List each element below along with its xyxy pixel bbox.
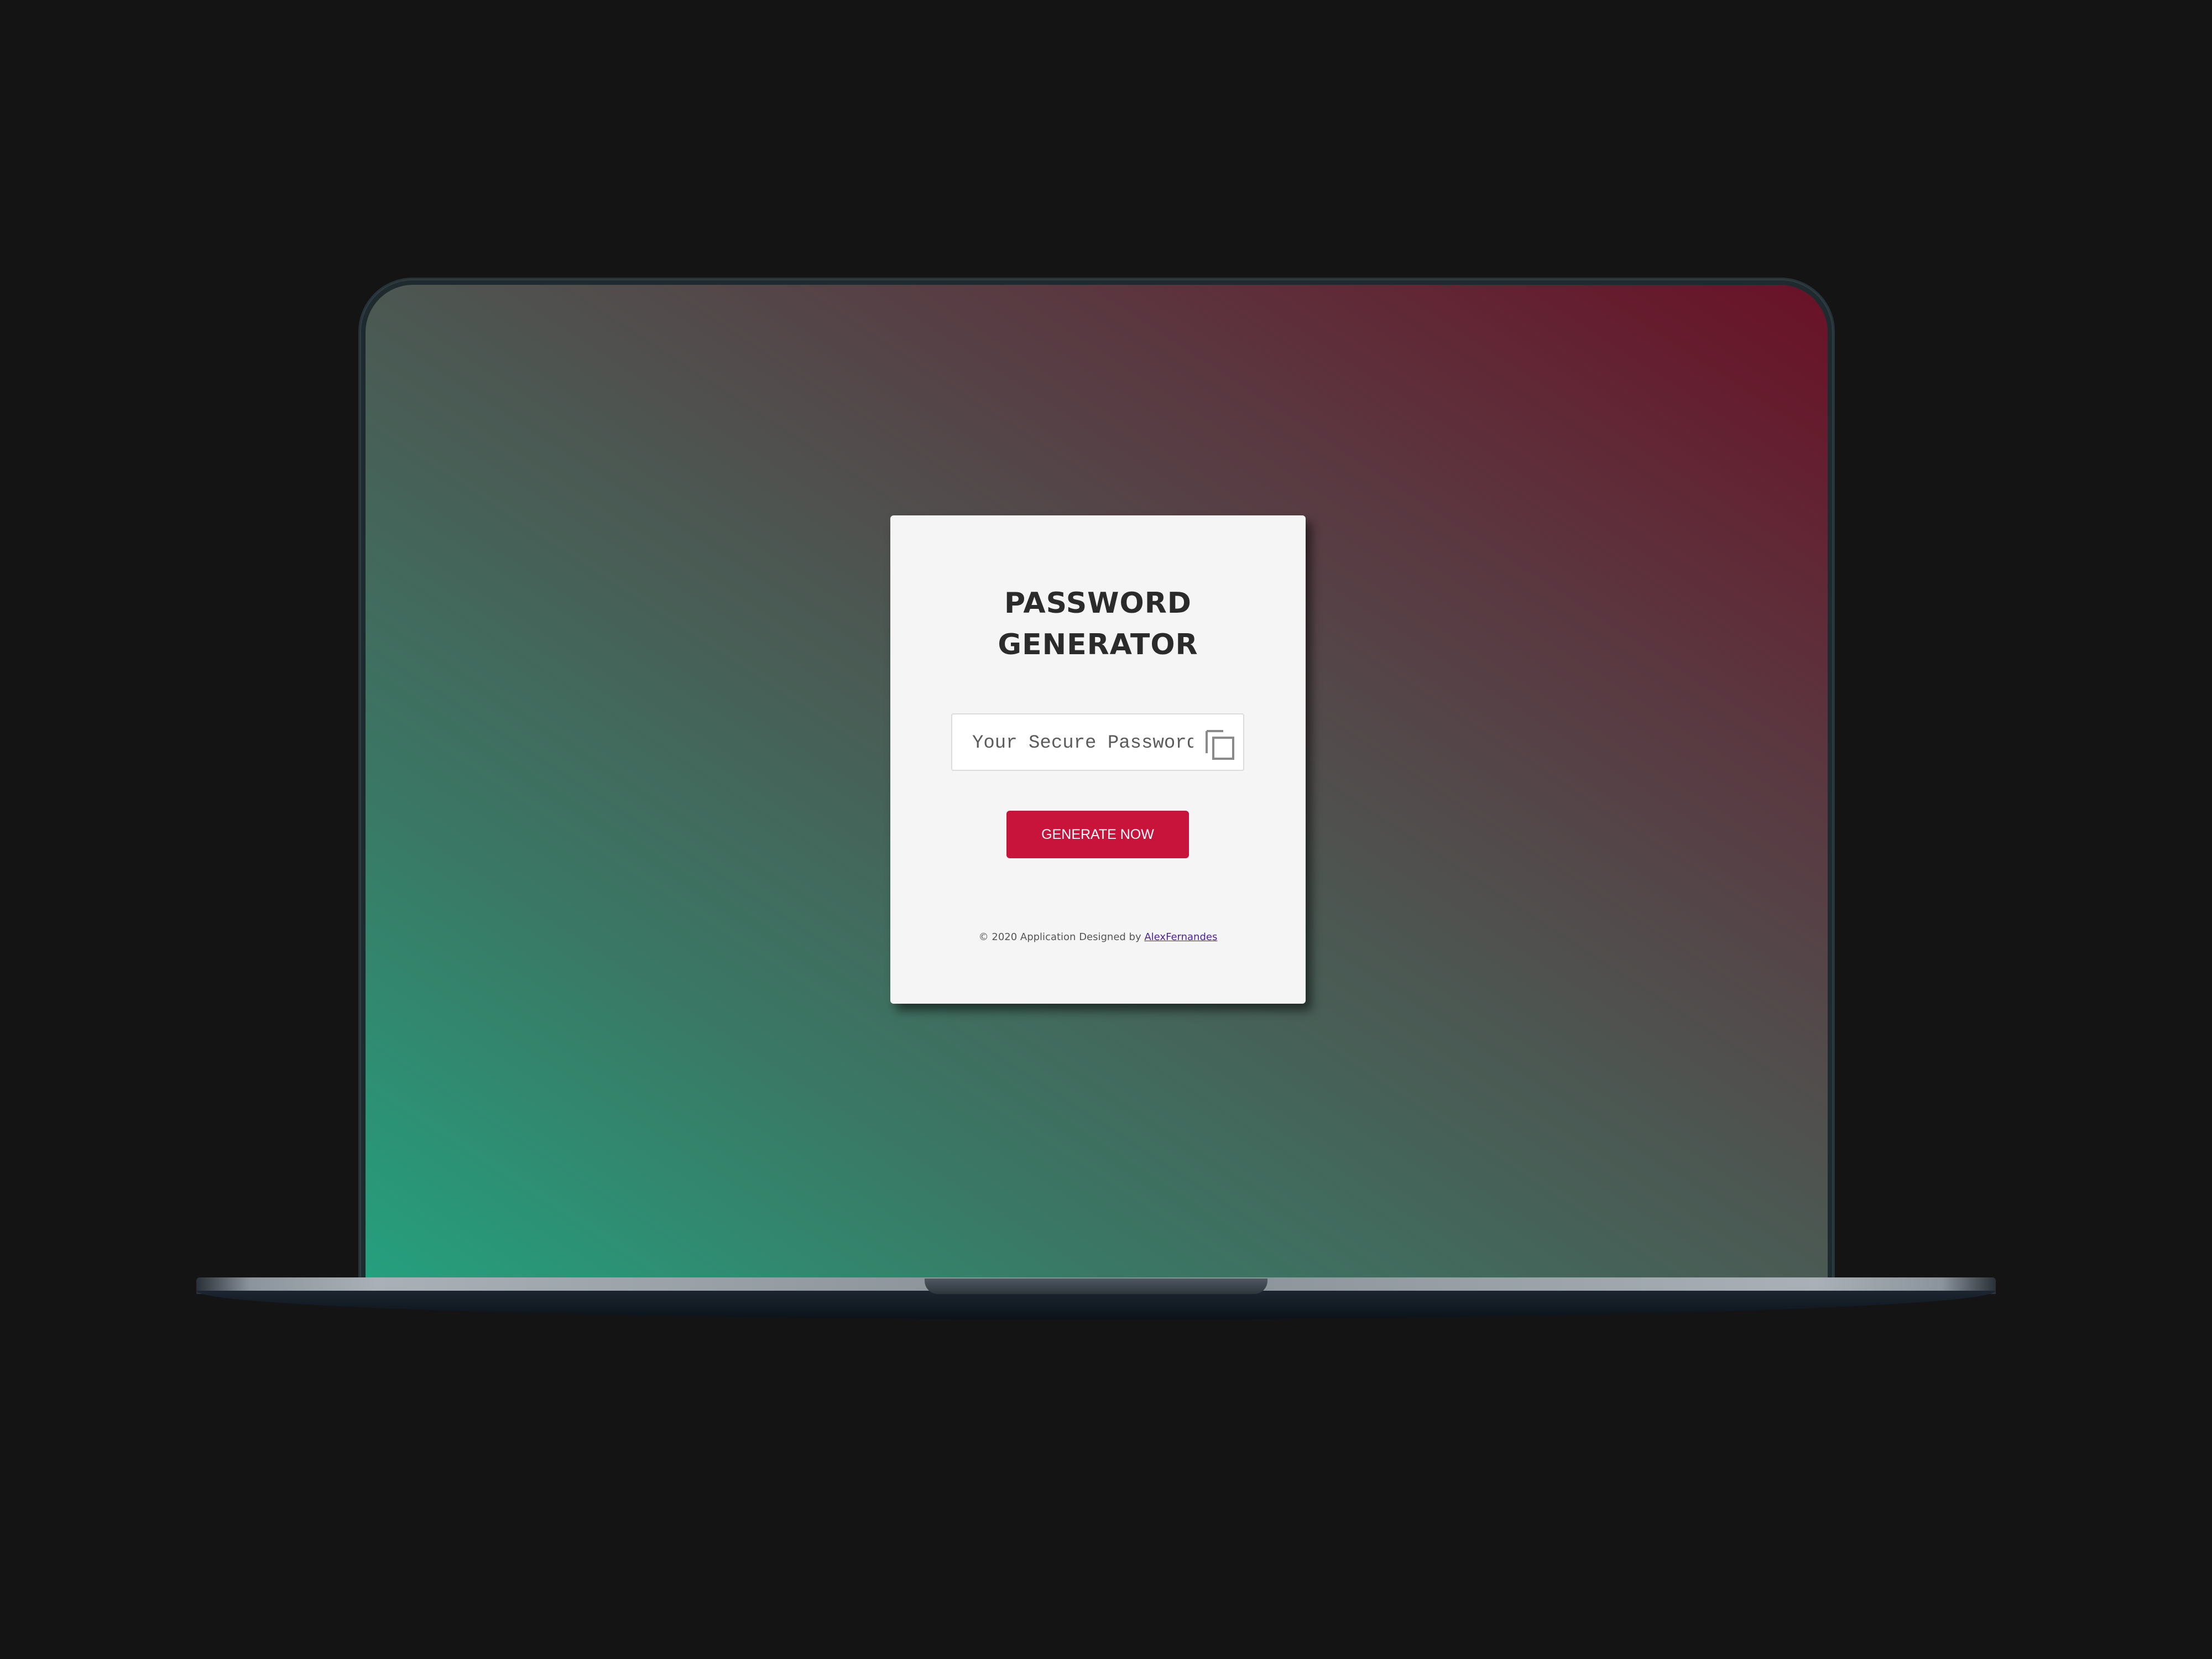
password-output-field[interactable] — [972, 731, 1193, 755]
generate-now-button[interactable]: GENERATE NOW — [1006, 811, 1189, 858]
footer-credit: © 2020 Application Designed by AlexFerna… — [890, 931, 1306, 943]
footer-author-link[interactable]: AlexFernandes — [1144, 931, 1217, 943]
password-field-container — [951, 713, 1244, 771]
app-title-line2: GENERATOR — [998, 628, 1198, 661]
app-title: PASSWORD GENERATOR — [890, 583, 1306, 666]
laptop-base-lip — [196, 1291, 1996, 1319]
copy-icon[interactable] — [1203, 729, 1237, 762]
password-generator-card: PASSWORD GENERATOR GENERATE NOW © 2020 A… — [890, 515, 1306, 1004]
footer-text: © 2020 Application Designed by — [978, 931, 1145, 943]
laptop-hinge-notch — [925, 1279, 1267, 1294]
app-title-line1: PASSWORD — [1004, 587, 1192, 620]
stage: PASSWORD GENERATOR GENERATE NOW © 2020 A… — [0, 0, 2212, 1659]
